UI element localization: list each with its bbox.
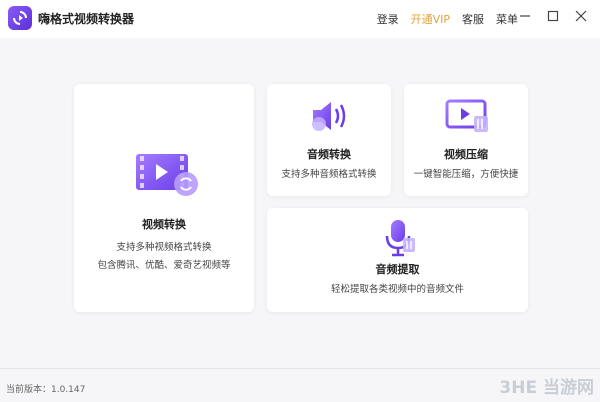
watermark: 3HE 当游网 — [499, 378, 594, 398]
video-compress-desc: 一键智能压缩，方便快捷 — [413, 169, 519, 180]
audio-extract-desc: 轻松提取各类视频中的音频文件 — [330, 284, 464, 295]
app-title: 嗨格式视频转换器 — [38, 12, 135, 26]
audio-convert-card[interactable]: 音频转换 支持多种音频格式转换 — [267, 84, 391, 196]
video-compress-icon — [444, 98, 490, 134]
top-nav: 登录 开通VIP 客服 菜单 — [377, 11, 518, 27]
audio-convert-desc: 支持多种音频格式转换 — [281, 169, 377, 180]
maximize-icon[interactable] — [546, 8, 560, 22]
footer: 当前版本：1.0.147 3HE 当游网 — [0, 368, 600, 402]
vip-link[interactable]: 开通VIP — [411, 11, 450, 27]
menu-link[interactable]: 菜单 — [496, 11, 518, 27]
speaker-icon — [307, 98, 353, 134]
video-convert-icon — [134, 150, 200, 198]
version-label: 当前版本：1.0.147 — [6, 385, 86, 395]
video-convert-card[interactable]: 视频转换 支持多种视频格式转换 包含腾讯、优酷、爱奇艺视频等 — [74, 84, 254, 312]
login-link[interactable]: 登录 — [377, 11, 399, 27]
video-convert-title: 视频转换 — [142, 218, 186, 231]
microphone-icon — [381, 218, 417, 258]
audio-convert-title: 音频转换 — [307, 148, 351, 161]
video-compress-card[interactable]: 视频压缩 一键智能压缩，方便快捷 — [404, 84, 528, 196]
audio-extract-card[interactable]: 音频提取 轻松提取各类视频中的音频文件 — [267, 208, 528, 312]
close-icon[interactable] — [574, 8, 588, 22]
window-controls — [518, 8, 588, 22]
minimize-icon[interactable] — [518, 8, 532, 22]
audio-extract-title: 音频提取 — [375, 263, 420, 276]
video-convert-desc-1: 支持多种视频格式转换 — [116, 242, 212, 253]
video-convert-desc-2: 包含腾讯、优酷、爱奇艺视频等 — [97, 260, 231, 271]
customer-service-link[interactable]: 客服 — [462, 11, 484, 27]
video-compress-title: 视频压缩 — [444, 148, 488, 161]
app-logo-icon — [8, 6, 32, 30]
title-bar: 嗨格式视频转换器 登录 开通VIP 客服 菜单 — [0, 0, 600, 38]
